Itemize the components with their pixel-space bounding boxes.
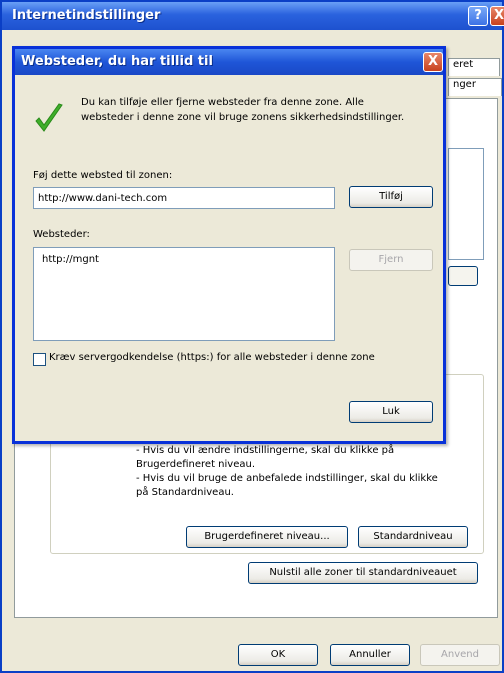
add-site-label: Føj dette websted til zonen: <box>33 170 173 181</box>
close-icon[interactable]: X <box>423 52 443 72</box>
ok-button[interactable]: OK <box>238 644 318 666</box>
help-icon[interactable]: ? <box>468 6 488 26</box>
close-icon[interactable]: X <box>490 6 504 26</box>
reset-all-zones-button[interactable]: Nulstil alle zoner til standardniveauet <box>248 562 478 584</box>
default-level-button[interactable]: Standardniveau <box>358 526 468 548</box>
internet-options-title: Internetindstillinger <box>12 8 161 23</box>
trusted-sites-dialog: Websteder, du har tillid til X Du kan ti… <box>12 46 446 444</box>
tab-fragment[interactable]: nger <box>448 78 502 96</box>
remove-button[interactable]: Fjern <box>349 249 433 271</box>
sites-label: Websteder: <box>33 229 90 240</box>
add-button[interactable]: Tilføj <box>349 186 433 208</box>
require-https-label[interactable]: Kræv servergodkendelse (https:) for alle… <box>49 352 375 363</box>
tab-advanced-fragment[interactable]: eret <box>448 58 500 76</box>
level-help-text: Brugerdefineret niveau. <box>136 459 256 470</box>
info-text: Du kan tilføje eller fjerne websteder fr… <box>81 97 364 108</box>
level-help-text: - Hvis du vil ændre indstillingerne, ska… <box>136 445 395 456</box>
custom-level-button[interactable]: Brugerdefineret niveau... <box>186 526 348 548</box>
trusted-sites-titlebar: Websteder, du har tillid til X <box>15 49 443 75</box>
apply-button[interactable]: Anvend <box>420 644 500 666</box>
internet-options-titlebar: Internetindstillinger ? X <box>2 2 504 30</box>
level-help-text: - Hvis du vil bruge de anbefalede indsti… <box>136 473 438 484</box>
close-button[interactable]: Luk <box>349 401 433 423</box>
require-https-checkbox[interactable] <box>33 353 46 366</box>
sites-listbox[interactable]: http://mgnt <box>33 247 335 341</box>
trusted-sites-title: Websteder, du har tillid til <box>21 54 213 69</box>
info-text: websteder i denne zone vil bruge zonens … <box>81 112 405 123</box>
zone-list-fragment[interactable] <box>448 148 484 260</box>
checkmark-icon <box>35 103 63 132</box>
cancel-button[interactable]: Annuller <box>330 644 410 666</box>
add-site-input[interactable] <box>33 187 335 209</box>
list-item[interactable]: http://mgnt <box>42 254 99 265</box>
sites-button-fragment[interactable] <box>448 266 478 286</box>
level-help-text: på Standardniveau. <box>136 487 234 498</box>
